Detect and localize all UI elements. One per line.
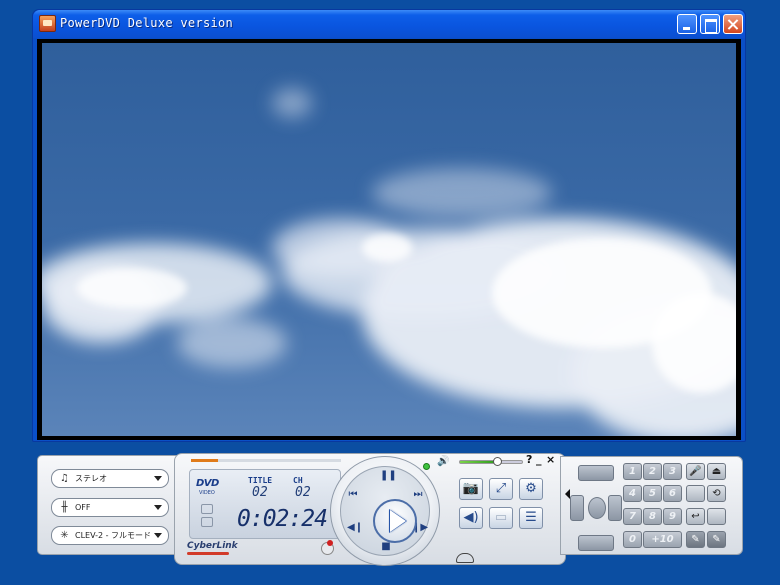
clev-mode-value: CLEV-2 - フルモード [75, 531, 152, 540]
num-key-1[interactable]: 1 [623, 463, 642, 480]
num-key-5[interactable]: 5 [643, 485, 662, 502]
return-icon[interactable]: ↩ [686, 508, 705, 525]
chapter-label: CH [293, 476, 303, 485]
video-window: PowerDVD Deluxe version [32, 9, 746, 442]
music-note-icon: ♫ [60, 472, 69, 484]
maximize-window-button[interactable] [700, 14, 720, 34]
num-key-0[interactable]: 0 [623, 531, 642, 548]
minimize-panel-button[interactable]: _ [536, 453, 542, 466]
previous-chapter-button[interactable]: ⏮ [347, 489, 359, 501]
bookmark-add-icon[interactable]: ✎ [686, 531, 705, 548]
nav-enter-button[interactable] [588, 497, 606, 519]
camera-icon[interactable]: 📷 [459, 478, 483, 500]
equalizer-dropdown[interactable]: ╫ OFF [51, 498, 169, 517]
direction-pad [570, 465, 622, 551]
repeat-icon[interactable] [201, 517, 213, 527]
lcd-display: DVD VIDEO TITLE CH 02 02 0:02:24 [189, 469, 341, 539]
volume-speaker-icon[interactable]: 🔊 [437, 456, 449, 467]
close-window-button[interactable] [723, 14, 743, 34]
playback-progress-bar[interactable] [191, 459, 341, 462]
speaker-icon[interactable]: ◀) [459, 507, 483, 529]
volume-slider-knob[interactable] [493, 457, 502, 466]
play-button[interactable] [373, 499, 417, 543]
chevron-down-icon [154, 533, 162, 538]
equalizer-icon: ╫ [61, 501, 68, 513]
volume-slider[interactable] [459, 460, 523, 464]
powerdvd-app-icon[interactable] [39, 15, 56, 32]
eject-icon[interactable]: ⏏ [707, 463, 726, 480]
nav-up-button[interactable] [578, 465, 614, 481]
num-key-2[interactable]: 2 [643, 463, 662, 480]
volume-level-fill [460, 461, 496, 463]
num-key-4[interactable]: 4 [623, 485, 642, 502]
elapsed-time: 0:02:24 [237, 506, 328, 532]
zoom-icon[interactable] [707, 508, 726, 525]
nav-left-button[interactable] [570, 495, 584, 521]
main-control-panel: DVD VIDEO TITLE CH 02 02 0:02:24 CyberLi… [174, 453, 566, 566]
dvd-logo: DVD [196, 478, 219, 489]
audio-channel-dropdown[interactable]: ♫ ステレオ [51, 469, 169, 488]
list-icon[interactable]: ☰ [519, 507, 543, 529]
minimize-window-button[interactable] [677, 14, 697, 34]
num-key-8[interactable]: 8 [643, 508, 662, 525]
angle-icon[interactable] [201, 504, 213, 514]
title-label: TITLE [248, 476, 273, 485]
close-panel-button[interactable]: × [546, 453, 555, 466]
clev-icon: ✳ [60, 529, 69, 541]
microphone-icon[interactable]: 🎤 [686, 463, 705, 480]
num-key-7[interactable]: 7 [623, 508, 642, 525]
menu-eject-icon[interactable] [456, 553, 474, 563]
dvd-video-label: VIDEO [199, 490, 215, 496]
playback-progress-fill [191, 459, 218, 462]
chapter-number: 02 [295, 485, 311, 500]
cyberlink-logo: CyberLink [187, 541, 238, 555]
video-frame-sky-clouds [42, 43, 736, 436]
play-icon [389, 509, 407, 533]
chevron-down-icon [154, 476, 162, 481]
chevron-down-icon [154, 505, 162, 510]
audio-channel-value: ステレオ [75, 474, 107, 483]
tools-icon[interactable]: ⚙ [519, 478, 543, 500]
help-button[interactable]: ? [526, 453, 532, 466]
bookmark-edit-icon[interactable]: ✎ [707, 531, 726, 548]
status-indicator-icon [423, 463, 430, 470]
fullscreen-icon[interactable]: ⤢ [489, 478, 513, 500]
pause-button[interactable]: ❚❚ [380, 470, 397, 482]
loop-icon[interactable]: ⟲ [707, 485, 726, 502]
title-number: 02 [252, 485, 268, 500]
num-key-3[interactable]: 3 [663, 463, 682, 480]
playback-ring: ❚❚ ⏮ ⏭ ◀❙ ❙▶ ■ [340, 466, 430, 556]
clev-mode-dropdown[interactable]: ✳ CLEV-2 - フルモード [51, 526, 169, 545]
bookmark-icon[interactable] [321, 540, 334, 555]
nav-right-button[interactable] [608, 495, 622, 521]
num-key-9[interactable]: 9 [663, 508, 682, 525]
step-back-button[interactable]: ◀❙ [347, 522, 363, 534]
audio-options-panel: ♫ ステレオ ╫ OFF ✳ CLEV-2 - フルモード [37, 455, 177, 555]
stop-button[interactable]: ■ [380, 541, 392, 553]
equalizer-value: OFF [75, 503, 91, 512]
subtitle-icon[interactable]: ▭ [489, 507, 513, 529]
navigation-keypad-panel: 1 2 3 4 5 6 7 8 9 0 +10 🎤 ⏏ ⟲ ↩ ✎ ✎ [560, 456, 743, 555]
repeat-ab-icon[interactable] [686, 485, 705, 502]
video-display[interactable] [37, 39, 741, 440]
title-bar[interactable]: PowerDVD Deluxe version [33, 10, 745, 38]
window-title: PowerDVD Deluxe version [60, 16, 234, 30]
playback-wheel: ❚❚ ⏮ ⏭ ◀❙ ❙▶ ■ [330, 456, 440, 566]
num-key-6[interactable]: 6 [663, 485, 682, 502]
next-chapter-button[interactable]: ⏭ [412, 489, 424, 501]
num-key-plus10[interactable]: +10 [643, 531, 682, 548]
nav-down-button[interactable] [578, 535, 614, 551]
